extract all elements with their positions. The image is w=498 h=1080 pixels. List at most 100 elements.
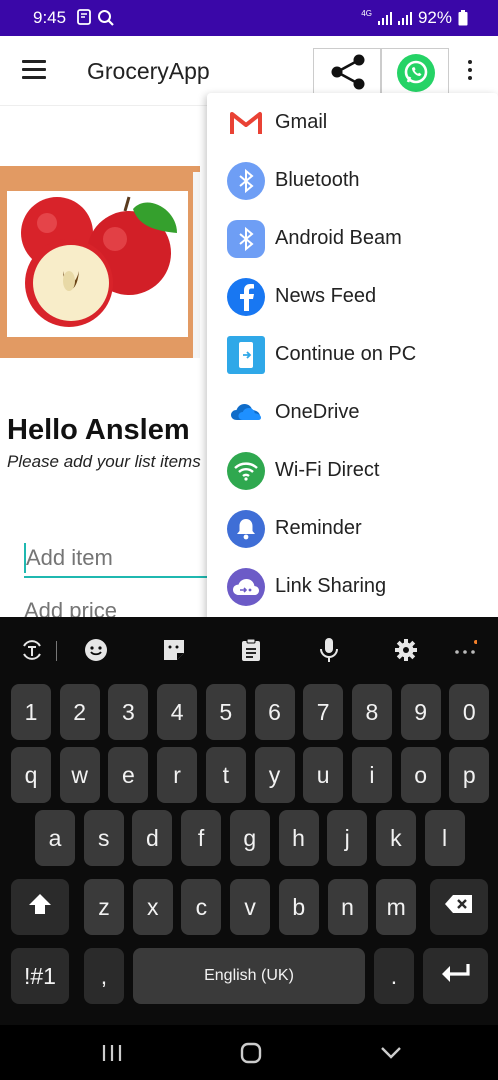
key-label: a (48, 824, 62, 851)
key-label: 8 (365, 698, 379, 725)
share-option-bluetooth[interactable]: Bluetooth (207, 151, 498, 209)
key-c[interactable]: c (181, 879, 222, 935)
share-button[interactable] (313, 48, 381, 94)
status-bar: 9:45 4G 92% (0, 0, 498, 36)
key-h[interactable]: h (278, 810, 319, 866)
key-label: x (146, 893, 159, 920)
key-w[interactable]: w (59, 747, 100, 803)
key-t[interactable]: t (205, 747, 246, 803)
recent-apps-icon[interactable] (100, 1043, 124, 1068)
whatsapp-icon (397, 54, 435, 92)
period-key[interactable]: . (374, 948, 414, 1004)
key-label: 4 (170, 698, 184, 725)
share-option-gmail[interactable]: Gmail (207, 93, 498, 151)
key-l[interactable]: l (424, 810, 465, 866)
share-option-reminder[interactable]: Reminder (207, 499, 498, 557)
key-o[interactable]: o (400, 747, 441, 803)
key-6[interactable]: 6 (254, 684, 295, 740)
key-s[interactable]: s (83, 810, 124, 866)
key-0[interactable]: 0 (449, 684, 490, 740)
key-label: t (222, 761, 229, 788)
add-item-input[interactable] (24, 540, 214, 578)
key-2[interactable]: 2 (59, 684, 100, 740)
sticker-icon[interactable] (161, 637, 187, 663)
key-label: v (244, 893, 256, 920)
key-d[interactable]: d (132, 810, 173, 866)
settings-gear-icon[interactable] (393, 637, 419, 663)
navigation-bar (0, 1025, 498, 1080)
signal-icon (397, 11, 412, 25)
key-label: q (24, 761, 38, 788)
on-screen-keyboard: 1 2 3 4 5 6 7 8 9 0 q w e r t y u i o p a s d f g h j k l z x c v b n m !#1,… (0, 617, 498, 1080)
key-e[interactable]: e (108, 747, 149, 803)
back-chevron-icon[interactable] (379, 1043, 403, 1068)
key-n[interactable]: n (327, 879, 368, 935)
share-option-continue-on-pc[interactable]: Continue on PC (207, 325, 498, 383)
key-7[interactable]: 7 (303, 684, 344, 740)
android-beam-icon (227, 220, 265, 258)
key-5[interactable]: 5 (205, 684, 246, 740)
microphone-icon[interactable] (316, 637, 342, 663)
emoji-icon[interactable] (83, 637, 109, 663)
key-f[interactable]: f (181, 810, 222, 866)
key-y[interactable]: y (254, 747, 295, 803)
space-key[interactable]: English (UK) (133, 948, 365, 1004)
enter-arrow-icon (440, 962, 472, 990)
wifi-direct-icon (227, 452, 265, 490)
share-option-android-beam[interactable]: Android Beam (207, 209, 498, 267)
key-label: j (344, 824, 350, 851)
more-vert-icon[interactable] (465, 60, 475, 84)
key-label: o (414, 761, 427, 788)
whatsapp-button[interactable] (381, 48, 449, 94)
key-9[interactable]: 9 (400, 684, 441, 740)
key-4[interactable]: 4 (157, 684, 198, 740)
key-m[interactable]: m (376, 879, 417, 935)
bluetooth-icon (227, 162, 265, 200)
key-label: m (386, 893, 406, 920)
key-z[interactable]: z (84, 879, 124, 935)
symbols-key[interactable]: !#1 (11, 948, 69, 1004)
key-b[interactable]: b (278, 879, 319, 935)
key-a[interactable]: a (35, 810, 75, 866)
key-label: 7 (316, 698, 330, 725)
subtitle-text: Please add your list items (7, 452, 201, 471)
gmail-icon (227, 104, 265, 142)
clipboard-icon[interactable] (238, 637, 264, 663)
share-option-label: Wi-Fi Direct (275, 459, 380, 481)
key-label: English (UK) (204, 967, 294, 984)
key-p[interactable]: p (449, 747, 490, 803)
home-icon[interactable] (239, 1041, 263, 1070)
key-1[interactable]: 1 (11, 684, 51, 740)
share-option-onedrive[interactable]: OneDrive (207, 383, 498, 441)
backspace-key[interactable] (430, 879, 488, 935)
enter-key[interactable] (423, 948, 488, 1004)
menu-icon[interactable] (22, 60, 46, 80)
share-menu: Gmail Bluetooth Android Beam News Feed C… (207, 93, 498, 623)
key-label: h (292, 824, 305, 851)
text-cursor (24, 543, 26, 573)
key-3[interactable]: 3 (108, 684, 149, 740)
key-g[interactable]: g (229, 810, 270, 866)
share-option-label: Bluetooth (275, 169, 360, 191)
shift-key[interactable] (11, 879, 69, 935)
key-k[interactable]: k (375, 810, 416, 866)
share-option-link-sharing[interactable]: Link Sharing (207, 557, 498, 615)
key-8[interactable]: 8 (351, 684, 392, 740)
share-option-wifi-direct[interactable]: Wi-Fi Direct (207, 441, 498, 499)
key-v[interactable]: v (230, 879, 271, 935)
more-options-icon[interactable] (452, 637, 478, 663)
share-option-news-feed[interactable]: News Feed (207, 267, 498, 325)
app-title: GroceryApp (87, 58, 210, 84)
key-i[interactable]: i (351, 747, 392, 803)
key-q[interactable]: q (11, 747, 51, 803)
keyboard-toolbar (0, 617, 498, 681)
key-x[interactable]: x (132, 879, 173, 935)
onedrive-icon (227, 394, 265, 432)
key-u[interactable]: u (303, 747, 344, 803)
translate-icon[interactable] (19, 637, 45, 663)
key-r[interactable]: r (157, 747, 198, 803)
key-label: 3 (121, 698, 135, 725)
key-j[interactable]: j (327, 810, 368, 866)
comma-key[interactable]: , (84, 948, 124, 1004)
share-option-label: Android Beam (275, 227, 402, 249)
